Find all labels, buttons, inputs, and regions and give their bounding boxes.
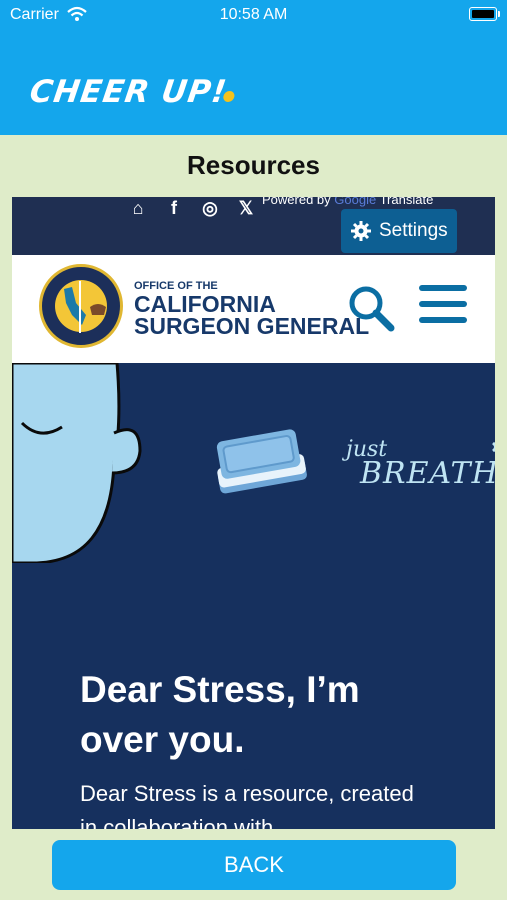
hamburger-menu-icon[interactable] [419,285,467,327]
smiley-icon [222,91,235,102]
page-title: Resources [187,150,320,180]
google-translate-credit[interactable]: Powered by Google Translate [262,197,433,207]
settings-button[interactable]: Settings [341,209,457,253]
x-icon[interactable]: 𝕏 [235,199,257,217]
gear-icon [351,221,371,241]
search-icon[interactable] [346,283,396,333]
home-icon[interactable]: ⌂ [127,199,149,217]
org-name: CALIFORNIA SURGEON GENERAL [134,291,370,339]
settings-label: Settings [379,220,448,241]
status-time: 10:58 AM [219,6,288,23]
back-button[interactable]: BACK [52,840,456,890]
resource-webview[interactable]: ⌂ f ◎ 𝕏 Powered by Google Translate Sett… [12,197,495,829]
facebook-icon[interactable]: f [163,199,185,217]
app-header: Carrier 10:58 AM CHEER UP! [0,0,507,135]
battery-icon [469,7,500,21]
instagram-icon[interactable]: ◎ [199,199,221,217]
app-title: CHEER UP! [27,74,230,110]
site-utility-bar: ⌂ f ◎ 𝕏 Powered by Google Translate Sett… [12,197,495,255]
hero-headline: Dear Stress, I’m over you. [80,669,360,760]
app-logo: CHEER UP! [27,74,237,110]
status-bar: Carrier 10:58 AM [0,0,507,32]
just-breathe-artwork: just BREATHE [346,437,495,491]
hero-description: Dear Stress is a resource, created in co… [80,781,414,829]
site-header: OFFICE OF THE CALIFORNIA SURGEON GENERAL [12,255,495,363]
california-seal-icon[interactable] [39,264,123,348]
